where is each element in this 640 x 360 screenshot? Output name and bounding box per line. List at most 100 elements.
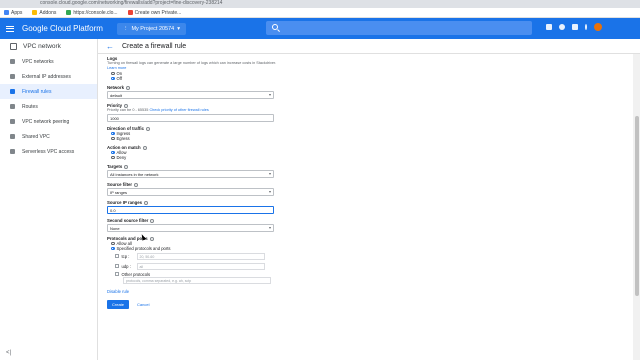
egress-radio[interactable]: Egress [107,136,277,141]
hamburger-menu-icon[interactable] [0,25,20,32]
ip-icon [10,74,15,79]
bookmark-addons[interactable]: Addons [32,10,56,16]
other-label: Other protocols [121,271,151,277]
search-input[interactable] [266,21,532,35]
logs-description: Turning on firewall logs can generate a … [107,61,277,70]
chevron-down-icon [269,191,271,193]
apps-icon [4,10,9,15]
peering-icon [10,119,15,124]
tcp-checkbox[interactable] [115,254,119,258]
page-title: Create a firewall rule [122,42,187,50]
sidebar-header: VPC network [0,39,97,54]
sidebar-item-firewall-rules[interactable]: Firewall rules [0,84,97,99]
vpc-network-icon [10,43,17,50]
avatar[interactable] [594,23,602,31]
chevron-down-icon [269,94,271,96]
second-filter-select[interactable]: None [107,224,274,232]
scrollbar-thumb[interactable] [634,116,639,296]
page-scrollbar[interactable] [633,54,640,360]
sidebar-item-external-ip[interactable]: External IP addresses [0,69,97,84]
bookmarks-bar: Apps Addons https://console.clo... Creat… [0,8,640,18]
help-icon[interactable] [142,145,147,150]
chevron-down-icon [269,173,271,175]
bookmark-apps[interactable]: Apps [4,10,22,16]
deny-radio[interactable]: Deny [107,155,277,160]
help-icon[interactable] [124,164,129,169]
sidebar-item-shared-vpc[interactable]: Shared VPC [0,129,97,144]
gcp-app-bar: Google Cloud Platform ⋮ My Project 20574… [0,18,640,39]
targets-label: Targets [107,164,277,169]
chevron-down-icon [269,227,271,229]
source-ip-input[interactable]: 0.0 [107,206,274,214]
page-header: ← Create a firewall rule [98,39,640,54]
learn-more-link[interactable]: Learn more [107,66,126,70]
tcp-ports-input[interactable]: 20, 50-60 [136,252,265,260]
sidebar: VPC network VPC networks External IP add… [0,39,98,360]
chevron-down-icon: ▾ [177,25,181,32]
top-icon-group [546,23,602,31]
cancel-button[interactable]: Cancel [133,300,153,309]
network-label: Network [107,85,277,90]
priority-input[interactable]: 1000 [107,114,274,122]
network-icon [10,59,15,64]
help-icon[interactable] [144,200,149,205]
targets-select[interactable]: All instances in the network [107,170,274,178]
sidebar-item-label: Serverless VPC access [22,148,75,155]
help-icon[interactable] [146,126,151,131]
shared-icon [10,134,15,139]
disable-rule-toggle[interactable]: Disable rule [107,289,277,294]
tcp-label: tcp : [121,253,130,259]
page-icon [127,10,133,15]
udp-label: udp : [121,263,131,269]
network-select[interactable]: default [107,91,274,99]
priority-description: Priority can be 0 - 65535 Check priority… [107,108,209,112]
project-name: My Project 20574 [131,25,175,32]
sidebar-item-serverless[interactable]: Serverless VPC access [0,144,97,159]
sidebar-item-label: Firewall rules [22,88,52,95]
sidebar-title: VPC network [23,43,61,50]
serverless-icon [10,149,15,154]
form-actions: Create Cancel [107,300,277,309]
udp-checkbox[interactable] [115,264,119,268]
browser-tab-strip: console.cloud.google.com/networking/fire… [0,0,640,8]
sidebar-item-label: Shared VPC [22,133,50,140]
udp-row: udp : all [107,261,277,271]
gcp-logo[interactable]: Google Cloud Platform [22,24,103,33]
sidebar-item-label: VPC network peering [22,118,70,125]
routes-icon [10,104,15,109]
search-icon [272,24,278,30]
other-protocols-input[interactable]: protocols, comma separated, e.g. ah, sct… [123,277,271,284]
other-checkbox[interactable] [115,272,119,276]
help-icon[interactable] [125,85,130,90]
sidebar-item-peering[interactable]: VPC network peering [0,114,97,129]
firewall-icon [10,89,15,94]
check-priority-link[interactable]: Check priority of other firewall rules [149,108,208,112]
address-bar[interactable]: console.cloud.google.com/networking/fire… [40,0,222,6]
notifications-icon[interactable] [572,24,578,30]
create-button[interactable]: Create [107,300,130,309]
help-icon[interactable] [150,218,155,223]
back-arrow-icon[interactable]: ← [106,42,114,51]
sidebar-item-routes[interactable]: Routes [0,99,97,114]
more-vert-icon[interactable] [585,24,587,30]
other-protocols-row: protocols, comma separated, e.g. ah, sct… [107,277,277,284]
source-filter-label: Source filter [107,182,277,187]
sidebar-item-vpc-networks[interactable]: VPC networks [0,54,97,69]
project-selector[interactable]: ⋮ My Project 20574 ▾ [116,22,187,35]
page-icon [66,10,72,15]
folder-icon [32,10,38,15]
project-dots-icon: ⋮ [122,25,129,32]
udp-ports-input[interactable]: all [136,262,265,270]
tcp-row: tcp : 20, 50-60 [107,251,277,261]
bookmark-private[interactable]: Create own Private... [127,10,181,16]
help-icon[interactable] [134,182,139,187]
firewall-form: Logs Turning on firewall logs can genera… [107,56,277,360]
source-filter-select[interactable]: IP ranges [107,188,274,196]
cloud-shell-icon[interactable] [546,24,552,30]
logs-off-radio[interactable]: Off [107,76,277,81]
help-icon[interactable] [149,236,154,241]
sidebar-item-label: External IP addresses [22,73,71,80]
collapse-sidebar-icon[interactable]: <| [6,350,11,356]
bookmark-console[interactable]: https://console.clo... [66,10,118,16]
help-icon[interactable] [559,24,565,30]
